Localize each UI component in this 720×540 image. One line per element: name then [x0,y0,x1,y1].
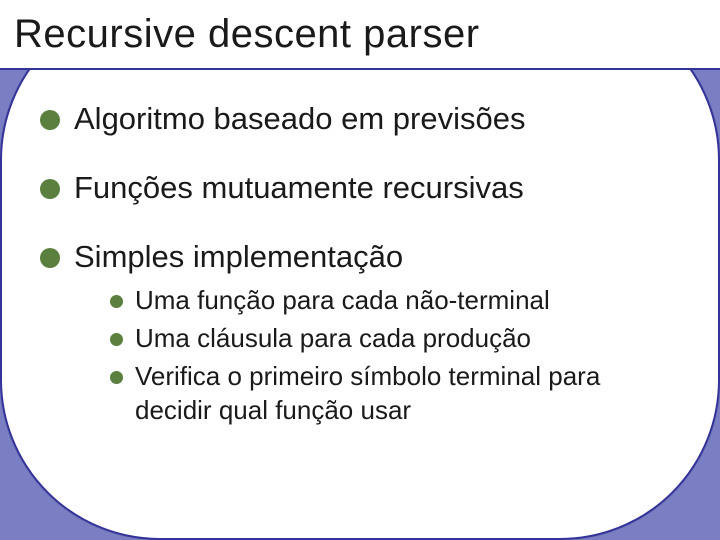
sub-bullet-item: Uma cláusula para cada produção [110,322,680,356]
bullet-text: Algoritmo baseado em previsões [74,100,525,139]
bullet-icon [40,179,60,199]
bullet-item: Simples implementação [40,238,680,277]
bullet-icon [110,371,123,384]
sub-bullet-list: Uma função para cada não-terminal Uma cl… [110,284,680,427]
bullet-item: Funções mutuamente recursivas [40,169,680,208]
bullet-item: Algoritmo baseado em previsões [40,100,680,139]
bullet-icon [110,295,123,308]
bullet-icon [40,248,60,268]
bullet-text: Funções mutuamente recursivas [74,169,524,208]
sub-bullet-item: Verifica o primeiro símbolo terminal par… [110,360,680,428]
bullet-text: Simples implementação [74,238,403,277]
title-bar: Recursive descent parser [0,0,720,70]
sub-bullet-text: Uma função para cada não-terminal [135,284,550,318]
slide-content: Algoritmo baseado em previsões Funções m… [40,100,680,500]
sub-bullet-text: Uma cláusula para cada produção [135,322,531,356]
bullet-icon [110,333,123,346]
slide-title: Recursive descent parser [14,12,480,57]
bullet-icon [40,110,60,130]
sub-bullet-text: Verifica o primeiro símbolo terminal par… [135,360,680,428]
sub-bullet-item: Uma função para cada não-terminal [110,284,680,318]
